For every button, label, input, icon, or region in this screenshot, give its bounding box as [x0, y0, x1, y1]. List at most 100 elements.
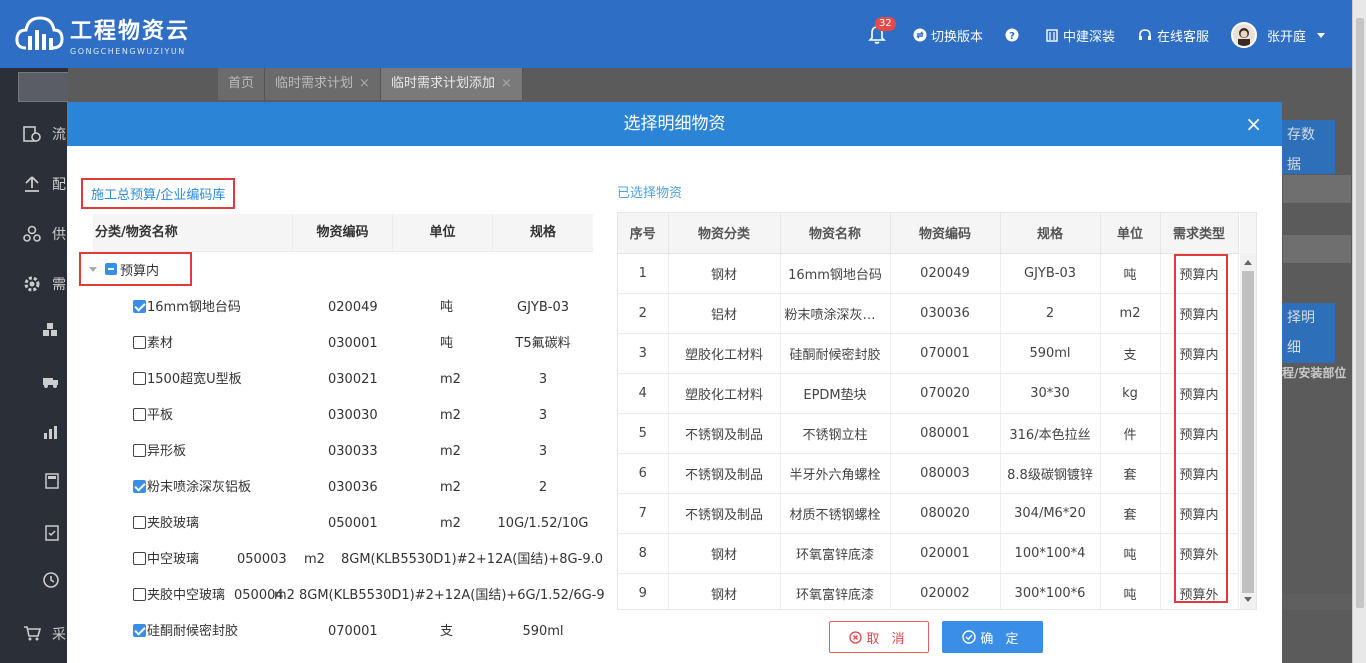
background-field[interactable] — [1282, 234, 1352, 264]
item-checkbox[interactable] — [133, 444, 146, 457]
user-menu[interactable]: 张开庭 — [1230, 22, 1330, 48]
tree-item-name-cell[interactable]: 粉末喷涂深灰铝板 — [133, 478, 251, 498]
tree-item-name-cell[interactable]: 异形板 — [133, 442, 186, 462]
budget-library-link[interactable]: 施工总预算/企业编码库 — [81, 178, 236, 209]
item-checkbox[interactable] — [133, 300, 146, 313]
page-scrollbar[interactable] — [1352, 0, 1366, 663]
table-row[interactable]: 3 塑胶化工材料 硅酮耐候密封胶 070001 590ml 支预算内 — [618, 333, 1239, 374]
tree-item-row[interactable]: 1500超宽U型板 030021 m2 3 — [67, 370, 607, 406]
close-icon[interactable]: × — [1245, 102, 1262, 146]
tree-item-spec: 10G/1.52/10G — [497, 516, 589, 531]
upload-icon[interactable] — [22, 174, 42, 194]
page-scrollbar-thumb[interactable] — [1356, 18, 1364, 608]
help-button[interactable]: ? — [1005, 28, 1023, 42]
gear-icon[interactable] — [22, 274, 42, 294]
logo[interactable]: 工程物资云 GONGCHENGWUZIYUN — [14, 12, 190, 56]
item-checkbox[interactable] — [133, 480, 146, 493]
tree-group-budget-in[interactable]: 预算内 — [79, 252, 192, 286]
selected-cell: 预算内 — [1160, 413, 1239, 454]
expand-triangle-icon[interactable] — [89, 266, 97, 272]
chart-icon[interactable] — [42, 423, 60, 441]
table-row[interactable]: 6 不锈钢及制品 半牙外六角螺栓 080003 8.8级碳钢镀锌套预算内 — [618, 453, 1239, 494]
tree-item-name-cell[interactable]: 1500超宽U型板 — [133, 370, 242, 390]
tree-item-unit: m2 — [440, 408, 461, 423]
tree-item-code: 030030 — [328, 408, 378, 423]
selected-cell: 预算内 — [1160, 333, 1239, 374]
tree-item-code: 050003 — [237, 552, 287, 567]
selected-cell: 件 — [1100, 413, 1161, 454]
supplier-icon[interactable] — [22, 224, 42, 244]
tab-close-icon[interactable]: × — [501, 76, 512, 91]
tree-item-row[interactable]: 中空玻璃 050003 m2 8GM(KLB5530D1)#2+12A(国结)+8G-… — [67, 550, 607, 586]
tree-item-row[interactable]: 夹胶中空玻璃 050004 m2 8GM(KLB5530D1)#2+12A(国结)+6… — [67, 586, 607, 622]
tree-item-name-cell[interactable]: 平板 — [133, 406, 173, 426]
sidebar-item-flow[interactable]: 流 — [52, 124, 66, 144]
tree-item-name-cell[interactable]: 夹胶玻璃 — [133, 514, 199, 534]
selected-cell: 316/本色拉丝 — [1000, 413, 1101, 454]
tab-home[interactable]: 首页 — [218, 68, 266, 100]
tab-temp-plan[interactable]: 临时需求计划 × — [265, 68, 381, 100]
tree-item-row[interactable]: 平板 030030 m2 3 — [67, 406, 607, 442]
header-scroll-pad — [1240, 213, 1256, 253]
table-row[interactable]: 1 钢材 16mm钢地台码 020049 GJYB-03 吨预算内 — [618, 253, 1239, 294]
tree-item-row[interactable]: 异形板 030033 m2 3 — [67, 442, 607, 478]
table-row[interactable]: 7 不锈钢及制品 材质不锈钢螺栓 080020 304/M6*20 套预算内 — [618, 493, 1239, 534]
partial-checkbox[interactable] — [105, 263, 117, 275]
sidebar-item-demand[interactable]: 需 — [52, 274, 66, 294]
cart-icon[interactable] — [22, 623, 42, 643]
flow-icon[interactable] — [22, 124, 42, 144]
tree-item-unit: m2 — [440, 516, 461, 531]
calculator-icon[interactable] — [44, 473, 60, 489]
table-row[interactable]: 4 塑胶化工材料 EPDM垫块 070020 30*30 kg 预算内 — [618, 373, 1239, 414]
sidebar-item-config[interactable]: 配 — [52, 174, 66, 194]
tree-item-unit: m2 — [274, 588, 295, 603]
tree-item-row[interactable]: 夹胶玻璃 050001 m2 10G/1.52/10G — [67, 514, 607, 550]
sidebar-item-purchase[interactable]: 采 — [52, 624, 66, 644]
scrollbar-thumb[interactable] — [1242, 271, 1254, 593]
confirm-button[interactable]: 确 定 — [942, 621, 1043, 653]
background-field[interactable] — [1282, 174, 1352, 204]
selected-cell: 预算内 — [1160, 293, 1239, 334]
selected-col-header: 需求类型 — [1160, 213, 1239, 254]
sidebar-item-supply[interactable]: 供 — [52, 224, 66, 244]
item-checkbox[interactable] — [133, 372, 146, 385]
selected-cell: 钢材 — [668, 573, 781, 609]
item-checkbox[interactable] — [133, 552, 146, 565]
company-button[interactable]: 中建深装 — [1045, 26, 1115, 45]
item-checkbox[interactable] — [133, 516, 146, 529]
item-checkbox[interactable] — [133, 588, 146, 601]
background-hscroll[interactable] — [1282, 594, 1352, 610]
item-checkbox[interactable] — [133, 336, 146, 349]
tree-item-name-cell[interactable]: 素材 — [133, 334, 173, 354]
table-row[interactable]: 9 钢材 环氧富锌底漆 020002 300*100*6 吨预算外 — [618, 573, 1239, 609]
table-row[interactable]: 8 钢材 环氧富锌底漆 020001 100*100*4 吨预算外 — [618, 533, 1239, 574]
selected-table-scrollbar[interactable] — [1240, 253, 1256, 609]
cancel-button[interactable]: 取 消 — [829, 621, 929, 653]
blocks-icon[interactable] — [42, 322, 58, 338]
switch-version-button[interactable]: 切换版本 — [913, 26, 983, 45]
tab-close-icon[interactable]: × — [359, 76, 370, 91]
table-row[interactable]: 2 铝材 粉末喷涂深灰铝板 030036 2 m2 预算内 — [618, 293, 1239, 334]
tree-item-name-cell[interactable]: 夹胶中空玻璃 — [133, 586, 225, 606]
truck-icon[interactable] — [42, 373, 60, 389]
tree-item-name-cell[interactable]: 硅酮耐候密封胶 — [133, 622, 238, 642]
tree-item-name-cell[interactable]: 中空玻璃 — [133, 550, 199, 570]
scroll-down-icon[interactable] — [1244, 597, 1252, 602]
tree-item-row[interactable]: 粉末喷涂深灰铝板 030036 m2 2 — [67, 478, 607, 514]
tab-temp-plan-add[interactable]: 临时需求计划添加 × — [380, 68, 523, 100]
tree-item-name-cell[interactable]: 16mm钢地台码 — [133, 298, 241, 318]
online-service-button[interactable]: 在线客服 — [1137, 26, 1209, 45]
tree-item-row[interactable]: 16mm钢地台码 020049 吨 GJYB-03 — [67, 298, 607, 334]
tree-item-row[interactable]: 素材 030001 吨 T5氟碳料 — [67, 334, 607, 370]
select-detail-button[interactable]: 择明细 — [1279, 303, 1335, 363]
clipboard-icon[interactable] — [44, 523, 60, 541]
tree-item-row[interactable]: 硅酮耐候密封胶 070001 支 590ml — [67, 622, 607, 658]
item-checkbox[interactable] — [133, 408, 146, 421]
notification-button[interactable]: 32 — [867, 17, 896, 45]
scroll-up-icon[interactable] — [1244, 260, 1252, 265]
save-data-button[interactable]: 存数据 — [1279, 120, 1335, 180]
item-checkbox[interactable] — [133, 624, 146, 637]
cloud-logo-icon — [15, 16, 64, 50]
table-row[interactable]: 5 不锈钢及制品 不锈钢立柱 080001 316/本色拉丝件预算内 — [618, 413, 1239, 454]
clock-icon[interactable] — [42, 571, 60, 589]
